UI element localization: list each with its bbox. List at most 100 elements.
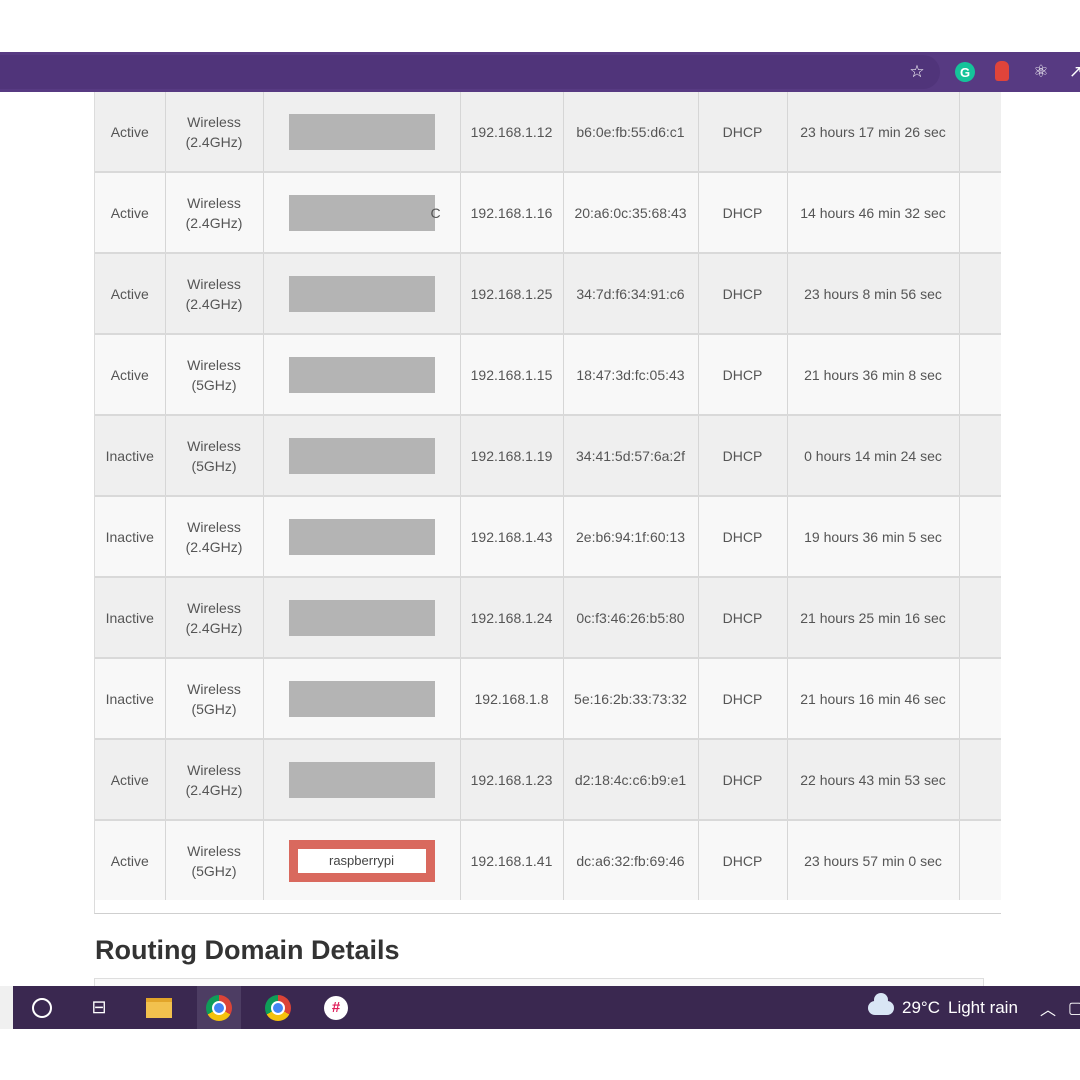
ip-cell: 192.168.1.19 [460, 414, 564, 496]
star-icon[interactable]: ☆ [905, 60, 929, 84]
ip-type-cell: DHCP [698, 576, 788, 658]
connection-type: Wireless [187, 842, 241, 859]
lease-cell: 23 hours 17 min 26 sec [787, 92, 960, 172]
connection-band: (5GHz) [191, 457, 237, 474]
connection-type: Wireless [187, 356, 241, 373]
slack-icon[interactable]: # [314, 986, 358, 1029]
ip-type-cell: DHCP [698, 252, 788, 334]
mac-cell: 34:7d:f6:34:91:c6 [563, 252, 699, 334]
ip-type-cell: DHCP [698, 92, 788, 172]
address-bar[interactable] [0, 55, 940, 89]
ip-cell: 192.168.1.12 [460, 92, 564, 172]
connection-cell: Wireless (5GHz) [165, 819, 264, 900]
redacted-device-name [288, 194, 435, 231]
lease-cell: 23 hours 57 min 0 sec [787, 819, 960, 900]
start-button[interactable] [0, 986, 13, 1029]
device-table-wrapper: Active Wireless (2.4GHz) 192.168.1.12 b6:0e:… [94, 92, 1001, 914]
device-name-cell [263, 495, 461, 577]
status-cell: Inactive [95, 495, 166, 577]
ip-cell: 192.168.1.15 [460, 333, 564, 415]
ip-cell: 192.168.1.43 [460, 495, 564, 577]
cortana-icon[interactable] [20, 986, 64, 1029]
extension-icon[interactable] [995, 61, 1009, 81]
redacted-device-name [288, 761, 435, 798]
device-name-cell [263, 657, 461, 739]
table-row: Inactive Wireless (2.4GHz) 192.168.1.43 2e:b… [95, 495, 1001, 577]
table-row: Active Wireless (2.4GHz) 192.168.1.12 b6:0e:… [95, 92, 1001, 172]
connection-band: (5GHz) [191, 700, 237, 717]
connection-cell: Wireless (5GHz) [165, 414, 264, 496]
redacted-device-name [288, 275, 435, 312]
expires-cell: 07/01 09:3 F [959, 495, 1001, 577]
chrome-icon[interactable] [197, 986, 241, 1029]
device-name-cell [263, 252, 461, 334]
status-cell: Inactive [95, 657, 166, 739]
connection-type: Wireless [187, 680, 241, 697]
device-name-cell [263, 92, 461, 172]
device-name-suffix: C [430, 204, 441, 221]
device-name-cell: C [263, 171, 461, 253]
chevron-up-icon[interactable]: ︿ [1040, 986, 1056, 1029]
table-row: Inactive Wireless (2.4GHz) 192.168.1.24 0c:f… [95, 576, 1001, 658]
ip-type-cell: DHCP [698, 657, 788, 739]
device-name-cell [263, 414, 461, 496]
connection-cell: Wireless (2.4GHz) [165, 171, 264, 253]
connection-cell: Wireless (2.4GHz) [165, 576, 264, 658]
react-icon[interactable]: ⚛ [1029, 60, 1053, 84]
ip-cell: 192.168.1.23 [460, 738, 564, 820]
lease-cell: 21 hours 25 min 16 sec [787, 576, 960, 658]
page-content: Active Wireless (2.4GHz) 192.168.1.12 b6:0e:… [0, 92, 1080, 986]
chrome-profile-icon[interactable] [256, 986, 300, 1029]
table-row: Active Wireless (2.4GHz) C 192.168.1.16 20:a6… [95, 171, 1001, 253]
connection-cell: Wireless (5GHz) [165, 657, 264, 739]
lease-cell: 19 hours 36 min 5 sec [787, 495, 960, 577]
mac-cell: 18:47:3d:fc:05:43 [563, 333, 699, 415]
device-name-cell [263, 738, 461, 820]
redacted-device-name [288, 680, 435, 717]
device-table: Active Wireless (2.4GHz) 192.168.1.12 b6:0e:… [95, 92, 1001, 900]
connection-cell: Wireless (5GHz) [165, 333, 264, 415]
connection-cell: Wireless (2.4GHz) [165, 495, 264, 577]
connection-type: Wireless [187, 761, 241, 778]
ip-cell: 192.168.1.8 [460, 657, 564, 739]
grammarly-icon[interactable]: G [955, 62, 975, 82]
task-view-icon[interactable]: ⊟ [77, 986, 121, 1029]
mac-cell: 0c:f3:46:26:b5:80 [563, 576, 699, 658]
connection-band: (5GHz) [191, 376, 237, 393]
table-row: Active Wireless (5GHz) 192.168.1.15 18:47:3d… [95, 333, 1001, 415]
expires-cell: 07/01 11:3 F [959, 576, 1001, 658]
redacted-device-name [288, 437, 435, 474]
status-cell: Active [95, 92, 166, 172]
lease-cell: 23 hours 8 min 56 sec [787, 252, 960, 334]
connection-band: (2.4GHz) [185, 538, 243, 555]
connection-type: Wireless [187, 275, 241, 292]
expires-cell: 08/01 01:0 A [959, 252, 1001, 334]
file-explorer-icon[interactable] [137, 986, 181, 1029]
mac-cell: b6:0e:fb:55:d6:c1 [563, 92, 699, 172]
expires-cell: 06/01 03:0 F [959, 171, 1001, 253]
connection-band: (2.4GHz) [185, 781, 243, 798]
lease-cell: 21 hours 36 min 8 sec [787, 333, 960, 415]
expires-cell: 08/01 01:5 A [959, 819, 1001, 900]
table-row: Active Wireless (2.4GHz) 192.168.1.25 34:7d:… [95, 252, 1001, 334]
connection-band: (2.4GHz) [185, 295, 243, 312]
device-name-cell [263, 333, 461, 415]
mac-cell: d2:18:4c:c6:b9:e1 [563, 738, 699, 820]
weather-widget[interactable]: 29°C Light rain [868, 986, 1018, 1029]
connection-cell: Wireless (2.4GHz) [165, 738, 264, 820]
table-row: Active Wireless (2.4GHz) 192.168.1.23 d2:18:… [95, 738, 1001, 820]
status-cell: Active [95, 252, 166, 334]
redacted-device-name [288, 113, 435, 150]
extension-arrow-icon[interactable]: ↗ [1064, 60, 1080, 84]
table-row: Inactive Wireless (5GHz) 192.168.1.19 34:41:… [95, 414, 1001, 496]
connection-cell: Wireless (2.4GHz) [165, 252, 264, 334]
mac-cell: dc:a6:32:fb:69:46 [563, 819, 699, 900]
tray-icon[interactable]: ▢ [1068, 986, 1080, 1029]
section-title: Routing Domain Details [95, 935, 400, 965]
redacted-device-name [288, 518, 435, 555]
connection-type: Wireless [187, 437, 241, 454]
ip-cell: 192.168.1.24 [460, 576, 564, 658]
ip-type-cell: DHCP [698, 414, 788, 496]
lease-cell: 0 hours 14 min 24 sec [787, 414, 960, 496]
redacted-device-name [288, 356, 435, 393]
